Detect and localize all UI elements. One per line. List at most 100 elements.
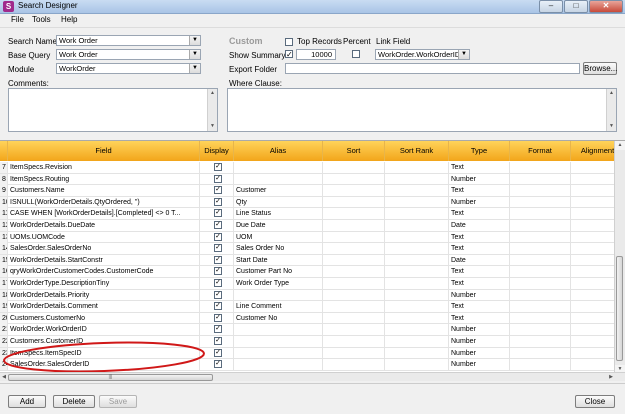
alignment-cell[interactable] (571, 301, 615, 313)
sort-rank-cell[interactable] (385, 220, 449, 231)
table-row[interactable]: 8 ItemSpecs.Routing ✓ Number (0, 173, 625, 186)
display-checkbox[interactable]: ✓ (214, 325, 222, 334)
sort-rank-cell[interactable] (385, 289, 449, 301)
table-row[interactable]: 19WorkOrderDetails.Comment ✓ Line Comment T… (0, 301, 625, 313)
type-cell[interactable]: Number (449, 173, 510, 185)
format-cell[interactable] (510, 254, 571, 266)
sort-rank-cell[interactable] (385, 359, 449, 371)
display-cell[interactable]: ✓ (200, 266, 234, 278)
table-row[interactable]: 21WorkOrder.WorkOrderID ✓ Number (0, 324, 625, 336)
chevron-down-icon[interactable]: ▼ (189, 36, 200, 45)
alignment-cell[interactable] (571, 312, 615, 324)
alias-cell[interactable]: Work Order Type (234, 278, 323, 289)
sort-rank-cell[interactable] (385, 208, 449, 220)
format-cell[interactable] (510, 301, 571, 313)
display-cell[interactable]: ✓ (200, 278, 234, 289)
comments-scrollbar[interactable]: ▲ ▼ (207, 89, 217, 131)
sort-rank-cell[interactable] (385, 347, 449, 359)
close-window-button[interactable]: ✕ (589, 0, 623, 13)
type-cell[interactable]: Text (449, 231, 510, 243)
alignment-cell[interactable] (571, 347, 615, 359)
display-checkbox[interactable]: ✓ (214, 163, 222, 171)
comments-textarea[interactable]: ▲ ▼ (8, 88, 218, 132)
field-cell[interactable]: qryWorkOrderCustomerCodes.CustomerCode (8, 266, 200, 278)
alignment-cell[interactable] (571, 289, 615, 301)
sort-cell[interactable] (323, 289, 385, 301)
alias-cell[interactable]: Customer Part No (234, 266, 323, 278)
link-field-combo[interactable]: WorkOrder.WorkOrderID ▼ (375, 49, 470, 60)
format-cell[interactable] (510, 173, 571, 185)
field-cell[interactable]: WorkOrderDetails.Comment (8, 301, 200, 313)
sort-rank-cell[interactable] (385, 278, 449, 289)
sort-cell[interactable] (323, 301, 385, 313)
table-row[interactable]: 18WorkOrderDetails.Priority ✓ Number (0, 289, 625, 302)
alias-cell[interactable]: Customer No (234, 312, 323, 324)
type-cell[interactable]: Number (449, 196, 510, 208)
alignment-cell[interactable] (571, 243, 615, 255)
scroll-right-icon[interactable]: ▶ (607, 373, 615, 381)
alias-cell[interactable] (234, 289, 323, 301)
menu-help[interactable]: Help (61, 15, 77, 24)
delete-button[interactable]: Delete (53, 395, 95, 408)
format-cell[interactable] (510, 266, 571, 278)
search-name-combo[interactable]: Work Order ▼ (56, 35, 201, 46)
field-cell[interactable]: WorkOrderDetails.Priority (8, 289, 200, 301)
field-cell[interactable]: WorkOrder.WorkOrderID (8, 324, 200, 336)
display-cell[interactable]: ✓ (200, 301, 234, 313)
format-cell[interactable] (510, 208, 571, 220)
sort-rank-cell[interactable] (385, 185, 449, 197)
sort-rank-cell[interactable] (385, 324, 449, 336)
field-cell[interactable]: UOMs.UOMCode (8, 231, 200, 243)
scroll-up-icon[interactable]: ▲ (615, 141, 625, 150)
display-checkbox[interactable]: ✓ (214, 174, 222, 183)
sort-rank-cell[interactable] (385, 301, 449, 313)
field-cell[interactable]: WorkOrderType.DescriptionTiny (8, 278, 200, 289)
header-type[interactable]: Type (449, 141, 510, 161)
table-row[interactable]: 11CASE WHEN [WorkOrderDetails].[Complete… (0, 208, 625, 220)
close-button[interactable]: Close (575, 395, 615, 408)
display-checkbox[interactable]: ✓ (214, 197, 222, 206)
alias-cell[interactable]: Start Date (234, 254, 323, 266)
table-row[interactable]: 17WorkOrderType.DescriptionTiny ✓ Work Ord… (0, 278, 625, 290)
format-cell[interactable] (510, 359, 571, 371)
alignment-cell[interactable] (571, 324, 615, 336)
field-cell[interactable]: Customers.CustomerNo (8, 312, 200, 324)
table-row[interactable]: 20Customers.CustomerNo ✓ Customer No Text (0, 312, 625, 325)
sort-rank-cell[interactable] (385, 336, 449, 347)
alignment-cell[interactable] (571, 231, 615, 243)
alignment-cell[interactable] (571, 266, 615, 278)
alias-cell[interactable]: Line Status (234, 208, 323, 220)
header-sort[interactable]: Sort (323, 141, 385, 161)
sort-rank-cell[interactable] (385, 243, 449, 255)
sort-rank-cell[interactable] (385, 162, 449, 173)
format-cell[interactable] (510, 347, 571, 359)
alignment-cell[interactable] (571, 359, 615, 371)
sort-cell[interactable] (323, 208, 385, 220)
scroll-down-icon[interactable]: ▼ (607, 122, 616, 131)
header-display[interactable]: Display (200, 141, 234, 161)
sort-cell[interactable] (323, 347, 385, 359)
sort-cell[interactable] (323, 324, 385, 336)
alias-cell[interactable]: Customer (234, 185, 323, 197)
format-cell[interactable] (510, 243, 571, 255)
field-cell[interactable]: ISNULL(WorkOrderDetails.QtyOrdered, '') (8, 196, 200, 208)
type-cell[interactable]: Number (449, 324, 510, 336)
alias-cell[interactable] (234, 162, 323, 173)
sort-cell[interactable] (323, 266, 385, 278)
top-records-checkbox[interactable] (285, 38, 293, 46)
display-cell[interactable]: ✓ (200, 231, 234, 243)
alias-cell[interactable]: Sales Order No (234, 243, 323, 255)
where-clause-scrollbar[interactable]: ▲ ▼ (606, 89, 616, 131)
alias-cell[interactable] (234, 336, 323, 347)
display-checkbox[interactable]: ✓ (214, 255, 222, 264)
sort-cell[interactable] (323, 359, 385, 371)
alignment-cell[interactable] (571, 173, 615, 185)
display-checkbox[interactable]: ✓ (214, 232, 222, 241)
header-field[interactable]: Field (8, 141, 200, 161)
format-cell[interactable] (510, 220, 571, 231)
display-cell[interactable]: ✓ (200, 196, 234, 208)
table-row[interactable]: 16qryWorkOrderCustomerCodes.CustomerCode… (0, 266, 625, 278)
display-checkbox[interactable]: ✓ (214, 302, 222, 311)
display-cell[interactable]: ✓ (200, 243, 234, 255)
sort-rank-cell[interactable] (385, 231, 449, 243)
